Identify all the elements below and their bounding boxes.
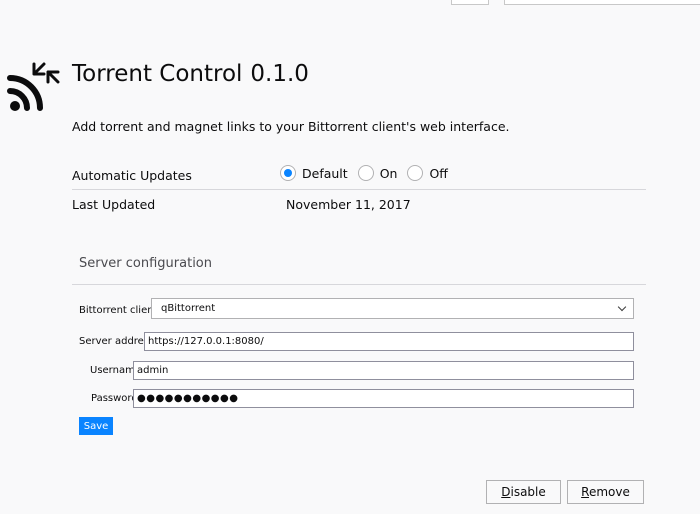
toolbar-button[interactable]	[451, 0, 489, 5]
section-divider	[72, 284, 646, 285]
disable-label: isable	[510, 485, 546, 499]
server-address-label: Server address	[79, 336, 155, 347]
password-input[interactable]	[133, 389, 634, 408]
radio-on-circle[interactable]	[357, 165, 374, 181]
automatic-updates-radio-group: Default On Off	[280, 165, 458, 181]
last-updated-row: Last Updated November 11, 2017	[72, 190, 646, 218]
remove-button[interactable]: Remove	[567, 480, 644, 504]
automatic-updates-row: Automatic Updates Default On Off	[72, 161, 646, 190]
server-address-input[interactable]	[144, 332, 634, 351]
addon-description: Add torrent and magnet links to your Bit…	[72, 119, 510, 134]
radio-default-label: Default	[302, 165, 348, 181]
client-label: Bittorrent client	[79, 305, 158, 316]
client-select-value: qBittorrent	[161, 303, 216, 314]
radio-on[interactable]: On	[357, 165, 398, 181]
radio-off-label: Off	[429, 165, 448, 181]
radio-default[interactable]: Default	[280, 165, 348, 181]
search-input[interactable]	[504, 0, 700, 5]
radio-default-circle[interactable]	[280, 165, 296, 181]
chevron-down-icon	[617, 302, 627, 312]
server-configuration-title: Server configuration	[79, 256, 212, 271]
last-updated-value: November 11, 2017	[286, 197, 411, 212]
automatic-updates-label: Automatic Updates	[72, 168, 192, 183]
username-input[interactable]	[133, 361, 634, 380]
disable-button[interactable]: Disable	[486, 480, 561, 504]
client-select[interactable]: qBittorrent	[151, 298, 634, 319]
torrent-control-icon	[7, 62, 60, 111]
radio-off[interactable]: Off	[407, 165, 448, 181]
addon-version: 0.1.0	[250, 61, 309, 87]
radio-off-circle[interactable]	[407, 165, 424, 181]
save-button[interactable]: Save	[79, 417, 113, 435]
addon-title: Torrent Control 0.1.0	[72, 61, 309, 87]
last-updated-label: Last Updated	[72, 197, 156, 212]
remove-label: emove	[588, 485, 630, 499]
password-label: Password	[91, 393, 138, 404]
remove-accesskey: R	[581, 485, 589, 499]
addon-name: Torrent Control	[72, 61, 243, 87]
radio-on-label: On	[379, 165, 398, 181]
